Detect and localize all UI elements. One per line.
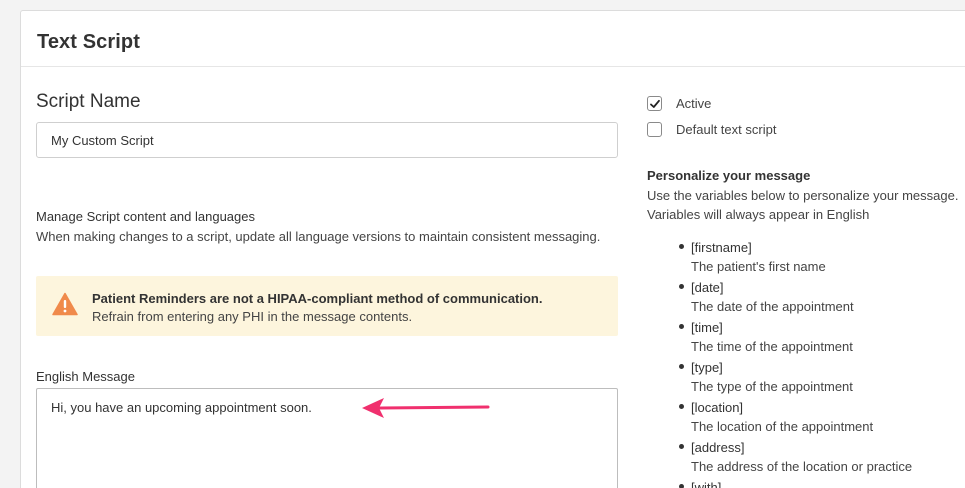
variable-name: [address] [691, 440, 745, 455]
list-item: [with] [647, 478, 912, 488]
personalize-title: Personalize your message [647, 168, 811, 183]
variable-name: [location] [691, 400, 744, 415]
variable-description: The location of the appointment [691, 419, 874, 434]
bullet-icon [679, 404, 684, 409]
manage-content-title: Manage Script content and languages [36, 209, 255, 224]
list-item: [firstname] The patient's first name [647, 238, 912, 276]
variable-list: [firstname] The patient's first name [da… [647, 238, 912, 488]
list-item: [location] The location of the appointme… [647, 398, 912, 436]
variable-name: [firstname] [691, 240, 752, 255]
variable-name: [with] [691, 480, 722, 488]
annotation-arrow-icon [362, 398, 490, 418]
variable-name: [time] [691, 320, 723, 335]
bullet-icon [679, 484, 684, 488]
hipaa-warning-banner: Patient Reminders are not a HIPAA-compli… [36, 276, 618, 336]
checkmark-icon [650, 99, 660, 108]
list-item: [time] The time of the appointment [647, 318, 912, 356]
bullet-icon [679, 284, 684, 289]
bullet-icon [679, 444, 684, 449]
variable-name: [type] [691, 360, 723, 375]
list-item: [address] The address of the location or… [647, 438, 912, 476]
script-name-label: Script Name [36, 91, 141, 112]
warning-triangle-icon [52, 292, 78, 316]
text-script-card: Text Script Script Name Manage Script co… [20, 10, 965, 488]
manage-content-description: When making changes to a script, update … [36, 229, 601, 244]
english-message-textarea[interactable]: Hi, you have an upcoming appointment soo… [36, 388, 618, 488]
default-text-script-label: Default text script [676, 121, 777, 137]
warning-text: Refrain from entering any PHI in the mes… [92, 309, 413, 324]
variable-description: The time of the appointment [691, 339, 853, 354]
personalize-description: Use the variables below to personalize y… [647, 188, 959, 222]
variable-description: The type of the appointment [691, 379, 853, 394]
list-item: [type] The type of the appointment [647, 358, 912, 396]
bullet-icon [679, 244, 684, 249]
variable-name: [date] [691, 280, 724, 295]
default-text-script-checkbox[interactable] [647, 121, 662, 137]
default-text-script-option[interactable]: Default text script [647, 121, 776, 137]
variable-description: The address of the location or practice [691, 459, 913, 474]
active-checkbox[interactable] [647, 95, 662, 111]
variable-description: The patient's first name [691, 259, 826, 274]
active-label: Active [676, 95, 712, 111]
bullet-icon [679, 364, 684, 369]
warning-title: Patient Reminders are not a HIPAA-compli… [92, 291, 543, 306]
bullet-icon [679, 324, 684, 329]
card-header: Text Script [21, 11, 965, 67]
script-name-input[interactable] [36, 122, 618, 158]
english-message-label: English Message [36, 369, 135, 384]
active-option[interactable]: Active [647, 95, 711, 111]
page-title: Text Script [37, 31, 140, 53]
variable-description: The date of the appointment [691, 299, 854, 314]
list-item: [date] The date of the appointment [647, 278, 912, 316]
